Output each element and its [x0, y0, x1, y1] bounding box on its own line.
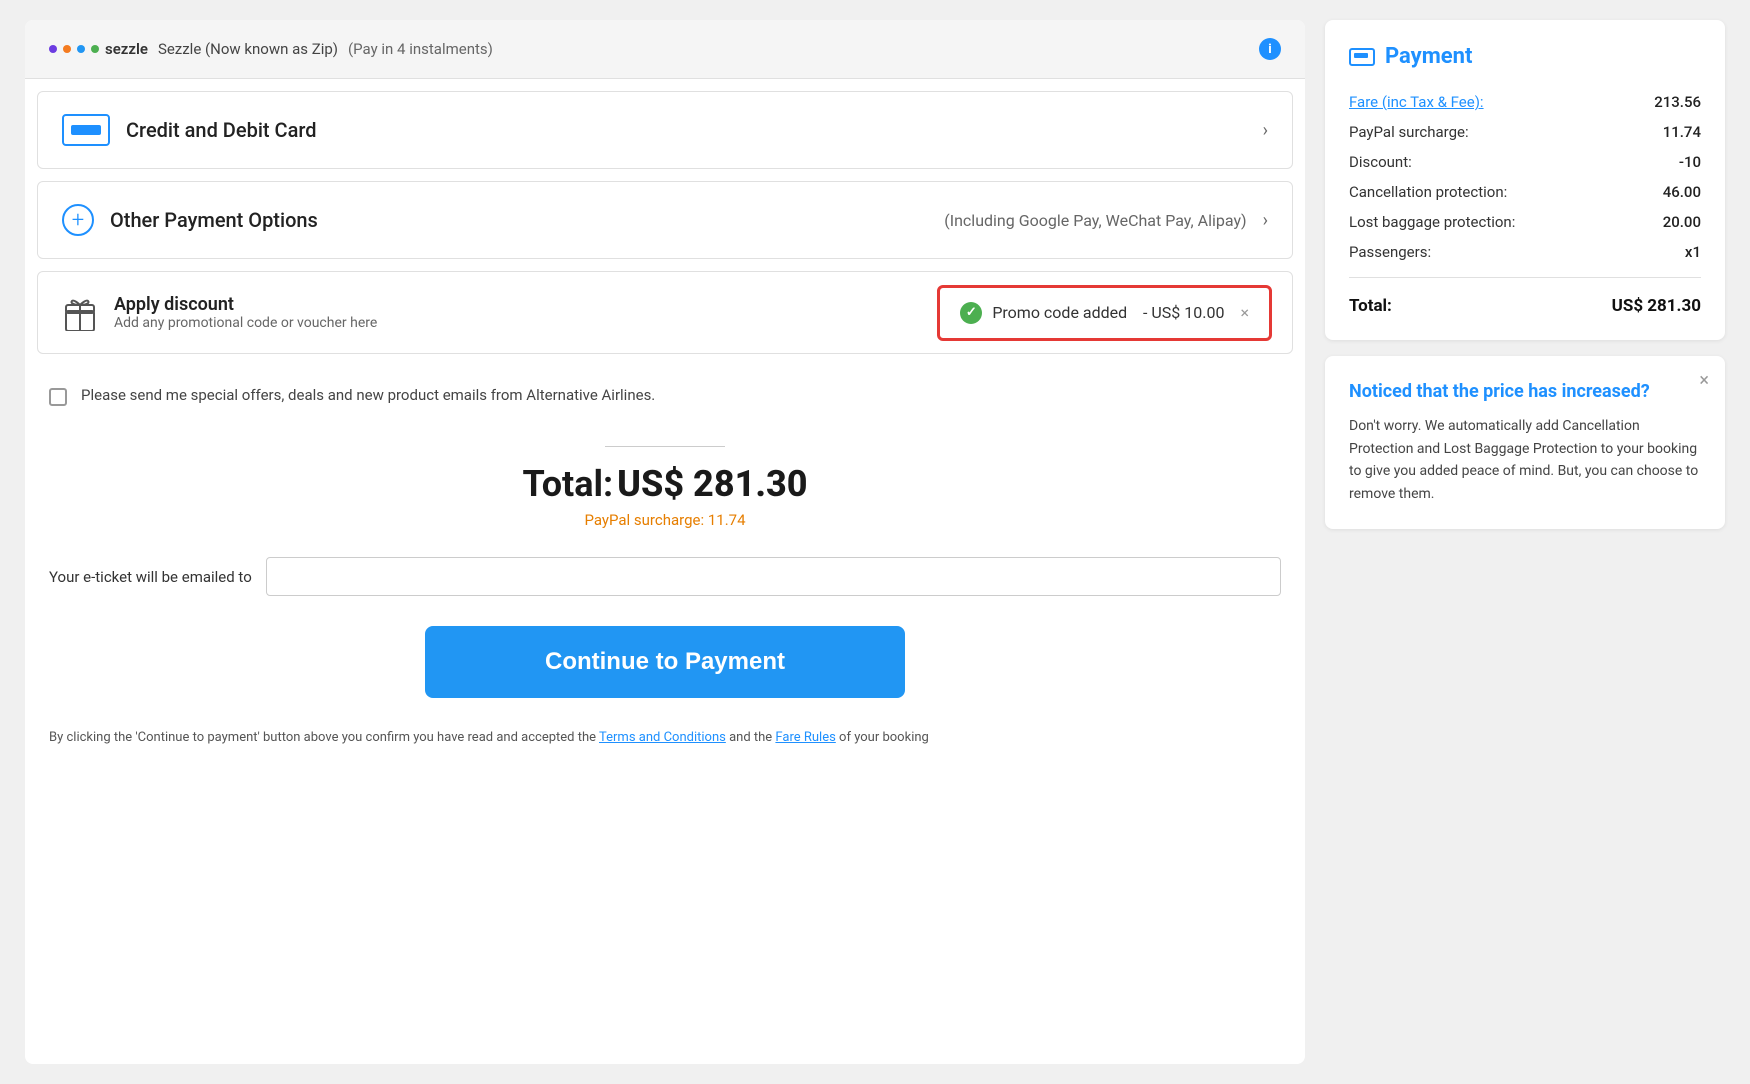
- discount-subtitle: Add any promotional code or voucher here: [114, 315, 377, 331]
- gift-icon: [62, 295, 98, 331]
- newsletter-checkbox[interactable]: [49, 388, 67, 406]
- sezzle-name: Sezzle (Now known as Zip): [158, 40, 338, 58]
- discount-row: Discount: -10: [1349, 147, 1701, 177]
- sezzle-brand-label: sezzle: [105, 40, 148, 58]
- other-payment-sub: (Including Google Pay, WeChat Pay, Alipa…: [944, 211, 1246, 230]
- promo-text: Promo code added - US$ 10.00: [992, 303, 1224, 322]
- sezzle-dot-4: [91, 45, 99, 53]
- footer-note: By clicking the 'Continue to payment' bu…: [25, 718, 1305, 772]
- continue-to-payment-button[interactable]: Continue to Payment: [425, 626, 905, 698]
- total-divider: [605, 446, 725, 447]
- passengers-value: x1: [1685, 243, 1701, 261]
- fare-value: 213.56: [1654, 93, 1701, 111]
- summary-total-value: US$ 281.30: [1612, 296, 1701, 316]
- footer-prefix: By clicking the 'Continue to payment' bu…: [49, 730, 599, 745]
- email-input[interactable]: [266, 557, 1281, 596]
- baggage-value: 20.00: [1663, 213, 1701, 231]
- notice-body: Don't worry. We automatically add Cancel…: [1349, 415, 1701, 505]
- total-label: Total:: [522, 463, 613, 505]
- sezzle-dot-2: [63, 45, 71, 53]
- passengers-label: Passengers:: [1349, 243, 1431, 261]
- footer-suffix: of your booking: [839, 730, 929, 745]
- sezzle-dot-1: [49, 45, 57, 53]
- newsletter-row: Please send me special offers, deals and…: [25, 366, 1305, 426]
- paypal-surcharge: PayPal surcharge: 11.74: [49, 511, 1281, 529]
- paypal-surcharge-label: PayPal surcharge:: [584, 511, 704, 529]
- cta-wrapper: Continue to Payment: [25, 616, 1305, 718]
- other-payment-label: Other Payment Options: [110, 208, 920, 232]
- paypal-row-label: PayPal surcharge:: [1349, 123, 1469, 141]
- notice-close-button[interactable]: ×: [1699, 370, 1709, 391]
- discount-row-label: Discount:: [1349, 153, 1412, 171]
- cancellation-label: Cancellation protection:: [1349, 183, 1507, 201]
- footer-middle: and the: [729, 730, 775, 745]
- other-payment-option[interactable]: + Other Payment Options (Including Googl…: [37, 181, 1293, 259]
- summary-title-label: Payment: [1385, 44, 1472, 69]
- card-icon: [62, 114, 110, 146]
- credit-debit-option[interactable]: Credit and Debit Card ›: [37, 91, 1293, 169]
- promo-close-button[interactable]: ×: [1240, 303, 1249, 322]
- sezzle-row: sezzle Sezzle (Now known as Zip) (Pay in…: [25, 20, 1305, 79]
- total-section: Total: US$ 281.30 PayPal surcharge: 11.7…: [25, 426, 1305, 537]
- email-section: Your e-ticket will be emailed to: [25, 537, 1305, 616]
- passengers-row: Passengers: x1: [1349, 237, 1701, 267]
- other-payment-chevron: ›: [1263, 210, 1268, 231]
- promo-amount: - US$ 10.00: [1143, 303, 1224, 322]
- summary-card-icon: [1349, 48, 1375, 66]
- email-label: Your e-ticket will be emailed to: [49, 568, 252, 586]
- promo-check-icon: ✓: [960, 302, 982, 324]
- sezzle-logo: sezzle: [49, 40, 148, 58]
- discount-title: Apply discount: [114, 294, 377, 315]
- summary-total-label: Total:: [1349, 296, 1392, 316]
- payment-summary-card: Payment Fare (inc Tax & Fee): 213.56 Pay…: [1325, 20, 1725, 340]
- fare-label[interactable]: Fare (inc Tax & Fee):: [1349, 93, 1484, 111]
- sezzle-dot-3: [77, 45, 85, 53]
- baggage-row: Lost baggage protection: 20.00: [1349, 207, 1701, 237]
- summary-title: Payment: [1349, 44, 1701, 69]
- credit-debit-label: Credit and Debit Card: [126, 118, 1247, 142]
- plus-icon: +: [62, 204, 94, 236]
- card-icon-inner: [71, 125, 101, 135]
- discount-text: Apply discount Add any promotional code …: [114, 294, 377, 331]
- right-sidebar: Payment Fare (inc Tax & Fee): 213.56 Pay…: [1325, 20, 1725, 1064]
- discount-row-value: -10: [1679, 153, 1701, 171]
- info-icon[interactable]: i: [1259, 38, 1281, 60]
- cancellation-row: Cancellation protection: 46.00: [1349, 177, 1701, 207]
- fare-row: Fare (inc Tax & Fee): 213.56: [1349, 87, 1701, 117]
- promo-added-label: Promo code added: [992, 303, 1127, 322]
- total-amount: US$ 281.30: [617, 463, 807, 505]
- cancellation-value: 46.00: [1663, 183, 1701, 201]
- total-display: Total: US$ 281.30: [49, 463, 1281, 505]
- summary-total-row: Total: US$ 281.30: [1349, 288, 1701, 316]
- summary-divider: [1349, 277, 1701, 278]
- sezzle-sub: (Pay in 4 instalments): [348, 40, 493, 58]
- fare-rules-link[interactable]: Fare Rules: [775, 730, 835, 745]
- paypal-surcharge-value: 11.74: [708, 511, 746, 529]
- promo-badge: ✓ Promo code added - US$ 10.00 ×: [937, 285, 1272, 341]
- paypal-row-value: 11.74: [1663, 123, 1701, 141]
- credit-debit-chevron: ›: [1263, 120, 1268, 141]
- newsletter-label: Please send me special offers, deals and…: [81, 386, 655, 404]
- terms-link[interactable]: Terms and Conditions: [599, 730, 726, 745]
- notice-card: × Noticed that the price has increased? …: [1325, 356, 1725, 529]
- discount-section: Apply discount Add any promotional code …: [37, 271, 1293, 354]
- paypal-surcharge-row: PayPal surcharge: 11.74: [1349, 117, 1701, 147]
- notice-title: Noticed that the price has increased?: [1349, 380, 1701, 403]
- baggage-label: Lost baggage protection:: [1349, 213, 1515, 231]
